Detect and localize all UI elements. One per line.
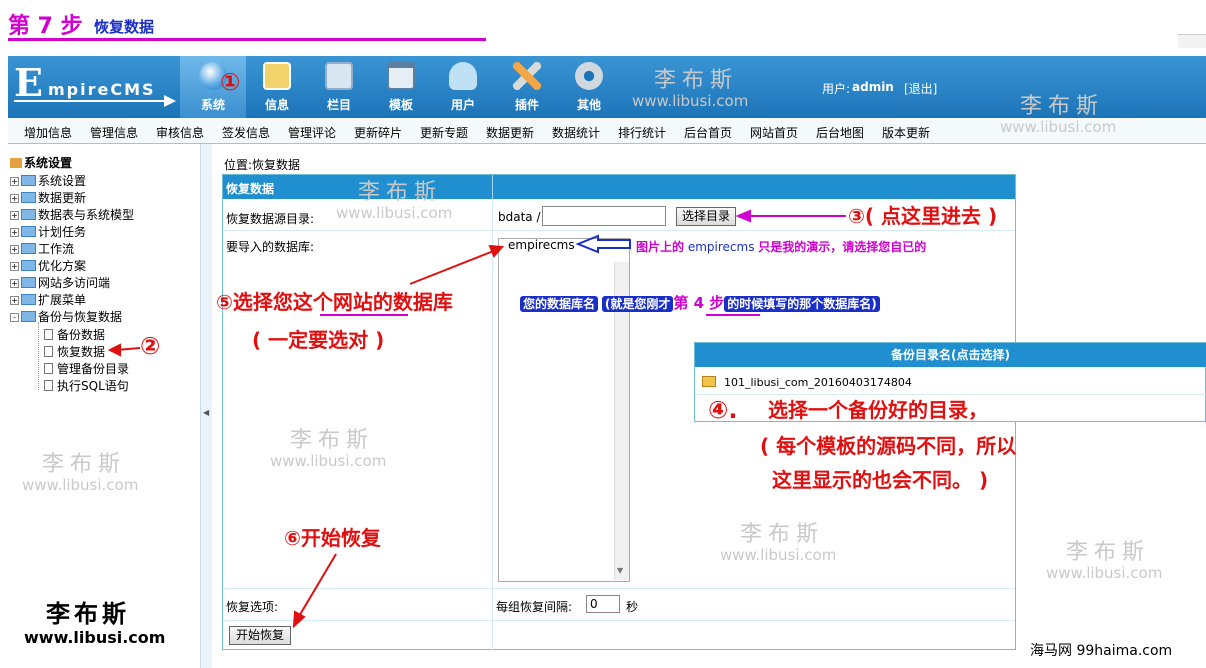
- arrow-demo: [575, 234, 631, 254]
- arrow-step-6: [292, 553, 337, 629]
- watermark-cn: 李布斯: [1066, 540, 1151, 565]
- watermark-cn: 李布斯: [654, 68, 739, 93]
- watermark-en: www.libusi.com: [632, 92, 749, 110]
- watermark-cn: 李布斯: [740, 522, 825, 547]
- brand-cn: 李布斯: [46, 599, 130, 628]
- watermark-en: www.libusi.com: [336, 204, 453, 222]
- watermark-en: www.libusi.com: [1046, 564, 1163, 582]
- arrow-step-2: [107, 343, 141, 357]
- watermark-cn: 李布斯: [1020, 94, 1105, 119]
- watermark-en: www.libusi.com: [270, 452, 387, 470]
- watermark-cn: 李布斯: [42, 452, 127, 477]
- arrow-step-3: [735, 209, 846, 223]
- watermark-en: www.libusi.com: [1000, 118, 1117, 136]
- watermark-cn: 李布斯: [290, 428, 375, 453]
- site-credit: 海马网 99haima.com: [1030, 643, 1173, 659]
- watermark-cn: 李布斯: [358, 180, 443, 205]
- watermark-en: www.libusi.com: [22, 476, 139, 494]
- watermark-en: www.libusi.com: [720, 546, 837, 564]
- arrow-step-5: [409, 244, 505, 285]
- brand-en: www.libusi.com: [24, 628, 166, 647]
